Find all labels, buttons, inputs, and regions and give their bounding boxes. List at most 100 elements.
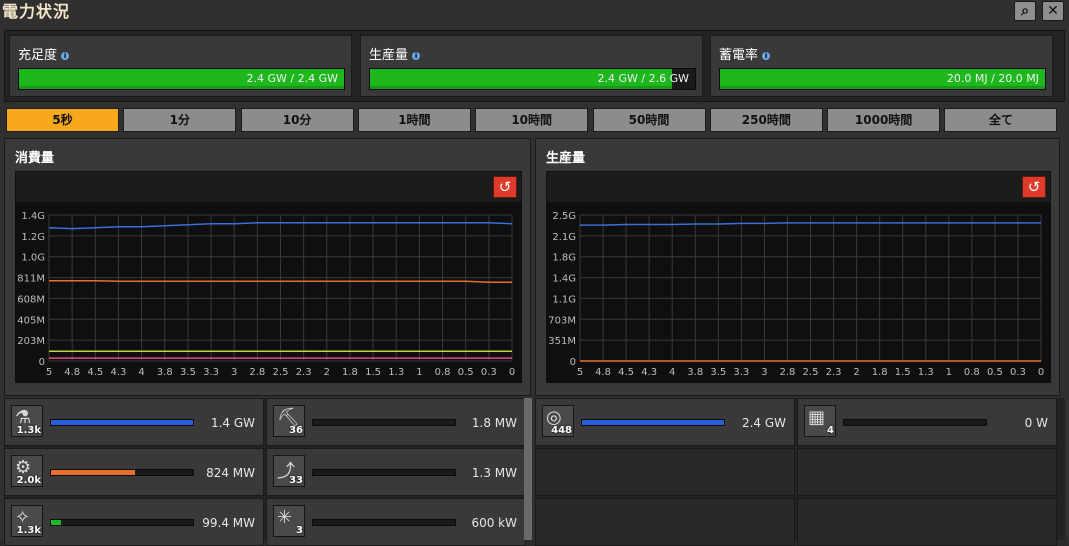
- entity-row[interactable]: ⚙ 2.0k 824 MW: [4, 448, 264, 496]
- x-tick-label: 2.8: [779, 367, 795, 378]
- x-tick-label: 0: [1038, 367, 1044, 378]
- reset-button[interactable]: ↺: [1022, 176, 1046, 198]
- stat-label: 蓄電率: [719, 48, 759, 63]
- x-tick-label: 1: [416, 367, 422, 378]
- consumption-graph: 1.4G1.2G1.0G811M608M405M203M05 4.8 4.5 4.3 4…: [15, 203, 522, 383]
- lab-icon: ⚗ 1.3k: [11, 405, 43, 437]
- producer-list: ◎ 448 2.4 GW ▦ 4 0 W: [535, 398, 1065, 546]
- y-tick-label: 351M: [548, 336, 576, 347]
- entity-row[interactable]: ⚗ 1.3k 1.4 GW: [4, 398, 264, 446]
- y-tick-label: 0: [570, 357, 576, 368]
- x-tick-label: 4.5: [618, 367, 634, 378]
- power-value: 1.3 MW: [471, 466, 517, 480]
- tab-5[interactable]: 50時間: [592, 108, 706, 132]
- x-tick-label: 5: [577, 367, 583, 378]
- power-value: 600 kW: [471, 516, 517, 530]
- entity-row[interactable]: ✳ 3 600 kW: [266, 498, 526, 546]
- inserter-icon: ⤴ 33: [273, 455, 305, 487]
- tab-7[interactable]: 1000時間: [827, 108, 941, 132]
- tab-3[interactable]: 1時間: [357, 108, 471, 132]
- tab-2[interactable]: 10分: [240, 108, 354, 132]
- entity-count: 2.0k: [16, 475, 41, 486]
- entity-row[interactable]: ⤴ 33 1.3 MW: [266, 448, 526, 496]
- info-icon[interactable]: i: [61, 51, 70, 60]
- reactor-icon: ◎ 448: [542, 405, 574, 437]
- x-tick-label: 3: [231, 367, 237, 378]
- close-button[interactable]: ✕: [1042, 1, 1064, 21]
- graph-toolbar: ↺: [546, 171, 1051, 203]
- power-value: 1.8 MW: [471, 416, 517, 430]
- tab-0[interactable]: 5秒: [6, 108, 119, 132]
- x-tick-label: 0.8: [964, 367, 980, 378]
- close-icon: ✕: [1047, 3, 1059, 19]
- x-tick-label: 4.8: [64, 367, 80, 378]
- tab-4[interactable]: 10時間: [475, 108, 589, 132]
- y-tick-label: 1.0G: [21, 253, 45, 264]
- power-bar-fill: [51, 520, 61, 525]
- entity-row[interactable]: ✧ 1.3k 99.4 MW: [4, 498, 264, 546]
- entity-count: 33: [289, 475, 303, 486]
- y-tick-label: 1.1G: [552, 294, 576, 305]
- x-tick-label: 1.3: [388, 367, 404, 378]
- x-tick-label: 3.5: [180, 367, 196, 378]
- stat-value: 2.4 GW / 2.6 GW: [597, 72, 689, 85]
- entity-count: 36: [289, 425, 303, 436]
- y-tick-label: 811M: [17, 274, 45, 285]
- x-tick-label: 4.3: [641, 367, 657, 378]
- x-tick-label: 0: [509, 367, 515, 378]
- stat-production: 生産量 i 2.4 GW / 2.6 GW: [360, 35, 703, 97]
- power-bar: [312, 519, 456, 526]
- summary-bar: 充足度 i 2.4 GW / 2.4 GW 生産量 i 2.4 GW / 2.6 G…: [4, 30, 1065, 102]
- empty-row: [535, 448, 795, 496]
- info-icon[interactable]: i: [762, 51, 771, 60]
- y-tick-label: 608M: [17, 294, 45, 305]
- x-tick-label: 4: [669, 367, 675, 378]
- y-tick-label: 1.4G: [21, 211, 45, 222]
- stat-bar: 20.0 MJ / 20.0 MJ: [719, 68, 1046, 90]
- power-bar-fill: [582, 420, 724, 425]
- stat-value: 20.0 MJ / 20.0 MJ: [946, 72, 1039, 85]
- power-value: 0 W: [1024, 416, 1048, 430]
- info-icon[interactable]: i: [412, 51, 421, 60]
- y-tick-label: 1.2G: [21, 232, 45, 243]
- entity-count: 1.3k: [16, 525, 41, 536]
- power-value: 824 MW: [206, 466, 255, 480]
- tab-8[interactable]: 全て: [944, 108, 1058, 132]
- x-tick-label: 1.8: [342, 367, 358, 378]
- power-value: 1.4 GW: [210, 416, 255, 430]
- empty-row: [535, 498, 795, 546]
- y-tick-label: 0: [39, 357, 45, 368]
- x-tick-label: 0.5: [987, 367, 1003, 378]
- entity-row[interactable]: ◎ 448 2.4 GW: [535, 398, 795, 446]
- x-tick-label: 5: [46, 367, 52, 378]
- entity-count: 3: [296, 525, 303, 536]
- x-tick-label: 0.3: [481, 367, 497, 378]
- y-tick-label: 203M: [17, 336, 45, 347]
- power-bar: [50, 469, 194, 476]
- x-tick-label: 3.5: [710, 367, 726, 378]
- power-bar: [50, 419, 194, 426]
- x-tick-label: 4: [138, 367, 144, 378]
- consumer-list: ⚗ 1.3k 1.4 GW ⛏ 36 1.8 MW ⚙ 2.0k 824 MW ⤴ 33 1.3 MW…: [4, 398, 526, 546]
- stat-value: 2.4 GW / 2.4 GW: [246, 72, 338, 85]
- power-bar: [50, 519, 194, 526]
- power-value: 2.4 GW: [741, 416, 786, 430]
- entity-row[interactable]: ▦ 4 0 W: [797, 398, 1057, 446]
- stat-satisfaction: 充足度 i 2.4 GW / 2.4 GW: [9, 35, 352, 97]
- tab-6[interactable]: 250時間: [709, 108, 823, 132]
- panel-title: 消費量: [15, 151, 55, 166]
- search-button[interactable]: ⌕: [1014, 1, 1036, 21]
- x-tick-label: 2: [324, 367, 330, 378]
- entity-count: 4: [827, 425, 834, 436]
- stat-label: 生産量: [369, 48, 409, 63]
- drill-icon: ⛏ 36: [273, 405, 305, 437]
- consumer-scrollbar[interactable]: [524, 398, 532, 540]
- tab-1[interactable]: 1分: [123, 108, 237, 132]
- reset-button[interactable]: ↺: [493, 176, 517, 198]
- empty-row: [797, 498, 1057, 546]
- x-tick-label: 2.5: [803, 367, 819, 378]
- empty-row: [797, 448, 1057, 496]
- entity-row[interactable]: ⛏ 36 1.8 MW: [266, 398, 526, 446]
- x-tick-label: 0.3: [1010, 367, 1026, 378]
- window-title: 電力状況: [2, 2, 71, 21]
